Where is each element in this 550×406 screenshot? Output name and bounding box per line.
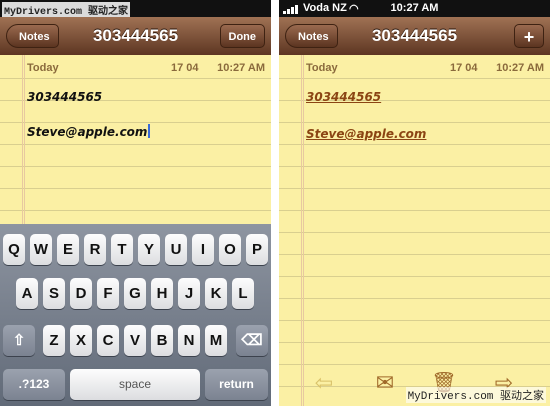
phone-number-link[interactable]: 303444565 [306,90,381,104]
note-day: Today [306,62,338,74]
status-bar: Voda NZ ◠ 10:27 AM [279,0,550,17]
note-time: 10:27 AM [496,62,544,74]
note-line-email[interactable]: Steve@apple.com [27,124,151,139]
key-y[interactable]: Y [138,234,160,265]
key-h[interactable]: H [151,278,173,309]
key-s[interactable]: S [43,278,65,309]
done-button[interactable]: Done [219,24,265,48]
note-time: 10:27 AM [217,62,265,74]
key-e[interactable]: E [57,234,79,265]
key-w[interactable]: W [30,234,52,265]
key-z[interactable]: Z [43,325,65,356]
space-key[interactable]: space [70,369,200,400]
margin-line [303,55,304,406]
watermark: MyDrivers.com 驱动之家 [2,2,131,18]
nav-bar: Notes 303444565 Done [0,17,271,56]
key-x[interactable]: X [70,325,92,356]
status-clock: 10:27 AM [390,2,439,14]
key-i[interactable]: I [192,234,214,265]
key-u[interactable]: U [165,234,187,265]
phone-screen-editing: MyDrivers.com 驱动之家 Notes 303444565 Done … [0,0,271,406]
add-note-button[interactable]: + [514,24,544,48]
note-paper[interactable] [279,55,550,406]
key-f[interactable]: F [97,278,119,309]
return-key[interactable]: return [205,369,268,400]
key-b[interactable]: B [151,325,173,356]
nav-bar: Notes 303444565 + [279,17,550,56]
delete-key[interactable]: ⌫ [236,325,268,356]
note-email-text: Steve@apple.com [27,125,148,139]
key-l[interactable]: L [232,278,254,309]
mail-icon[interactable]: ✉ [371,370,399,396]
note-title: 303444565 [371,26,458,45]
key-n[interactable]: N [178,325,200,356]
text-cursor [148,124,151,138]
email-link[interactable]: Steve@apple.com [306,127,426,141]
key-v[interactable]: V [124,325,146,356]
key-c[interactable]: C [97,325,119,356]
watermark: MyDrivers.com 驱动之家 [405,387,546,403]
key-q[interactable]: Q [3,234,25,265]
status-bar: MyDrivers.com 驱动之家 [0,0,271,18]
note-day: Today [27,62,59,74]
key-p[interactable]: P [246,234,268,265]
previous-note-icon[interactable]: ⇦ [311,370,337,396]
shift-key[interactable]: ⇧ [3,325,35,356]
key-t[interactable]: T [111,234,133,265]
key-k[interactable]: K [205,278,227,309]
key-a[interactable]: A [16,278,38,309]
key-r[interactable]: R [84,234,106,265]
margin-line [301,55,302,406]
key-d[interactable]: D [70,278,92,309]
note-line-phone[interactable]: 303444565 [27,90,102,104]
key-o[interactable]: O [219,234,241,265]
key-g[interactable]: G [124,278,146,309]
keyboard: Q W E R T Y U I O P A S D F G H J K L ⇧ … [0,224,271,406]
note-date: 17 04 [171,62,199,74]
note-date: 17 04 [450,62,478,74]
numbers-key[interactable]: .?123 [3,369,65,400]
phone-screen-viewing: Voda NZ ◠ 10:27 AM Notes 303444565 + Tod… [279,0,550,406]
key-j[interactable]: J [178,278,200,309]
key-m[interactable]: M [205,325,227,356]
